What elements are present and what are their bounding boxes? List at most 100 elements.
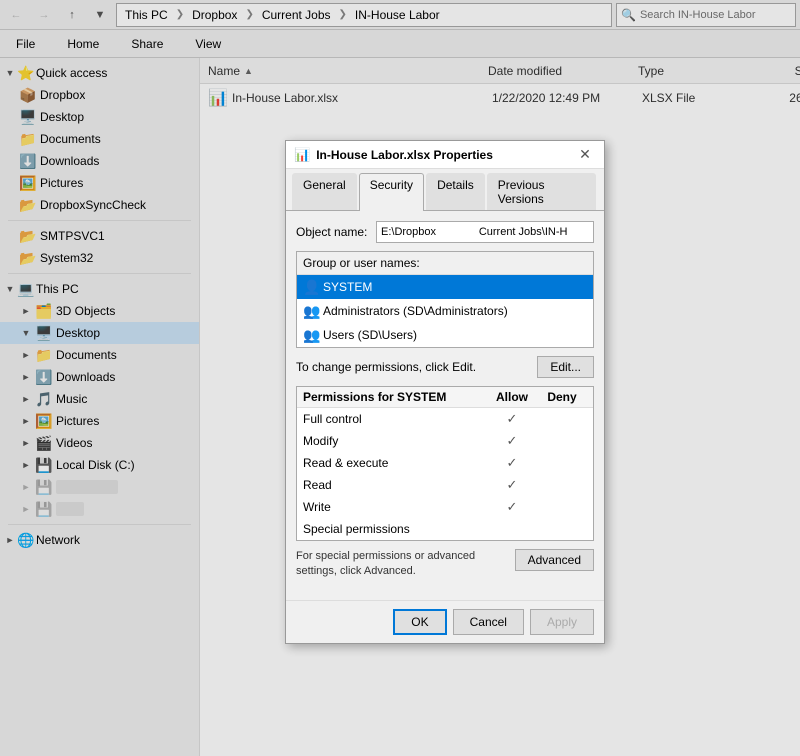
address-segment-inhouse-labor[interactable]: IN-House Labor (351, 7, 444, 23)
col-date-header[interactable]: Date modified (488, 64, 638, 78)
perm-allow-full-control: ✓ (487, 411, 537, 427)
file-row-inhouse[interactable]: 📊 In-House Labor.xlsx 1/22/2020 12:49 PM… (200, 84, 800, 112)
sidebar: ▼ ⭐ Quick access 📦 Dropbox 📌 🖥️ Desktop … (0, 58, 200, 756)
perm-row-modify: Modify ✓ (297, 430, 593, 452)
perm-name-read-execute: Read & execute (303, 456, 487, 470)
address-segment-current-jobs[interactable]: Current Jobs (258, 7, 335, 23)
permissions-box: Permissions for SYSTEM Allow Deny Full c… (296, 386, 594, 541)
sidebar-item-local-disk[interactable]: ► 💾 Local Disk (C:) (0, 454, 199, 476)
ribbon-tab-view[interactable]: View (187, 33, 229, 55)
user-icon-system: 👤 (303, 279, 319, 295)
sidebar-item-pictures-pc[interactable]: ► 🖼️ Pictures (0, 410, 199, 432)
perm-name-write: Write (303, 500, 487, 514)
dialog-tab-security[interactable]: Security (359, 173, 424, 211)
sidebar-item-system32[interactable]: 📂 System32 (0, 247, 199, 269)
col-size-header[interactable]: Size (738, 64, 800, 78)
sidebar-item-blurred-2[interactable]: ► 💾 Drive (0, 498, 199, 520)
user-administrators-label: Administrators (SD\Administrators) (323, 304, 508, 318)
sidebar-item-dropboxsynccheck[interactable]: 📂 DropboxSyncCheck (0, 194, 199, 216)
desktop-pc-icon: 🖥️ (36, 325, 52, 341)
dialog-title-text: In-House Labor.xlsx Properties (316, 148, 574, 162)
sidebar-item-downloads-pc[interactable]: ► ⬇️ Downloads (0, 366, 199, 388)
divider-3 (8, 524, 191, 525)
sidebar-item-3d-objects[interactable]: ► 🗂️ 3D Objects (0, 300, 199, 322)
sidebar-item-documents-qa[interactable]: 📁 Documents 📌 (0, 128, 199, 150)
blurred-1-chevron: ► (20, 482, 32, 492)
sidebar-item-smtpsvc1[interactable]: 📂 SMTPSVC1 (0, 225, 199, 247)
object-name-label: Object name: (296, 225, 376, 239)
cancel-button[interactable]: Cancel (453, 609, 524, 635)
address-segment-this-pc[interactable]: This PC (121, 7, 172, 23)
recent-button[interactable]: ▼ (88, 3, 112, 27)
address-bar[interactable]: This PC ❯ Dropbox ❯ Current Jobs ❯ IN-Ho… (116, 3, 612, 27)
perm-header: Permissions for SYSTEM Allow Deny (297, 387, 593, 408)
search-input[interactable] (640, 9, 791, 21)
sidebar-item-documents-pc[interactable]: ► 📁 Documents (0, 344, 199, 366)
forward-button[interactable]: → (32, 3, 56, 27)
col-name-header[interactable]: Name ▲ (208, 64, 488, 78)
sidebar-item-downloads-qa[interactable]: ⬇️ Downloads 📌 (0, 150, 199, 172)
pictures-pc-chevron: ► (20, 416, 32, 426)
sidebar-item-blurred-1-label: Local Disk ! (56, 480, 118, 494)
perm-allow-header: Allow (487, 390, 537, 404)
sidebar-item-dropbox-label: Dropbox (40, 88, 85, 102)
user-users[interactable]: 👥 Users (SD\Users) (297, 323, 593, 347)
perm-allow-modify: ✓ (487, 433, 537, 449)
sidebar-item-music-pc[interactable]: ► 🎵 Music (0, 388, 199, 410)
edit-button[interactable]: Edit... (537, 356, 594, 378)
ribbon-tab-share[interactable]: Share (123, 33, 171, 55)
sidebar-item-dropboxsynccheck-label: DropboxSyncCheck (40, 198, 146, 212)
music-pc-chevron: ► (20, 394, 32, 404)
ribbon-tab-file[interactable]: File (8, 33, 43, 55)
sidebar-item-pictures-qa[interactable]: 🖼️ Pictures 📌 (0, 172, 199, 194)
perm-name-read: Read (303, 478, 487, 492)
ok-button[interactable]: OK (393, 609, 446, 635)
perm-row-full-control: Full control ✓ (297, 408, 593, 430)
dialog-tab-general[interactable]: General (292, 173, 357, 210)
perm-allow-write: ✓ (487, 499, 537, 515)
user-icon-users: 👥 (303, 327, 319, 343)
user-system[interactable]: 👤 SYSTEM (297, 275, 593, 299)
dialog-close-button[interactable]: ✕ (574, 144, 596, 166)
back-button[interactable]: ← (4, 3, 28, 27)
group-list: 👤 SYSTEM 👥 Administrators (SD\Administra… (297, 275, 593, 347)
advanced-button[interactable]: Advanced (515, 549, 594, 571)
downloads-pc-icon: ⬇️ (36, 369, 52, 385)
perm-header-label: Permissions for SYSTEM (303, 390, 487, 404)
ribbon-tab-home[interactable]: Home (59, 33, 107, 55)
up-button[interactable]: ↑ (60, 3, 84, 27)
quick-access-header[interactable]: ▼ ⭐ Quick access (0, 62, 199, 84)
this-pc-icon: 💻 (18, 281, 34, 297)
sidebar-item-videos-pc-label: Videos (56, 436, 92, 450)
change-perm-row: To change permissions, click Edit. Edit.… (296, 356, 594, 378)
blurred-2-chevron: ► (20, 504, 32, 514)
sort-arrow-name: ▲ (244, 66, 253, 76)
sidebar-item-desktop-qa[interactable]: 🖥️ Desktop 📌 (0, 106, 199, 128)
sidebar-item-dropbox[interactable]: 📦 Dropbox 📌 (0, 84, 199, 106)
object-name-value: E:\Dropbox Current Jobs\IN-H (376, 221, 594, 243)
user-administrators[interactable]: 👥 Administrators (SD\Administrators) (297, 299, 593, 323)
sidebar-item-desktop-pc[interactable]: ▼ 🖥️ Desktop (0, 322, 199, 344)
quick-access-star-icon: ⭐ (18, 65, 34, 81)
object-name-text: E:\Dropbox Current Jobs\IN-H (381, 226, 567, 238)
perm-row-special: Special permissions (297, 518, 593, 540)
col-type-label: Type (638, 64, 664, 78)
apply-button[interactable]: Apply (530, 609, 594, 635)
this-pc-header[interactable]: ▼ 💻 This PC (0, 278, 199, 300)
dialog-tab-details[interactable]: Details (426, 173, 485, 210)
dialog-tab-previous-versions[interactable]: Previous Versions (487, 173, 596, 210)
col-name-label: Name (208, 64, 240, 78)
address-segment-dropbox[interactable]: Dropbox (188, 7, 241, 23)
pictures-qa-icon: 🖼️ (20, 175, 36, 191)
column-header: Name ▲ Date modified Type Size (200, 58, 800, 84)
col-type-header[interactable]: Type (638, 64, 738, 78)
sidebar-item-pictures-qa-label: Pictures (40, 176, 83, 190)
sidebar-item-blurred-1[interactable]: ► 💾 Local Disk ! (0, 476, 199, 498)
network-header[interactable]: ► 🌐 Network (0, 529, 199, 551)
sidebar-item-videos-pc[interactable]: ► 🎬 Videos (0, 432, 199, 454)
sidebar-item-smtpsvc1-label: SMTPSVC1 (40, 229, 105, 243)
dialog-body: Object name: E:\Dropbox Current Jobs\IN-… (286, 211, 604, 600)
sidebar-item-documents-pc-label: Documents (56, 348, 117, 362)
search-box[interactable]: 🔍 (616, 3, 796, 27)
local-disk-chevron: ► (20, 460, 32, 470)
